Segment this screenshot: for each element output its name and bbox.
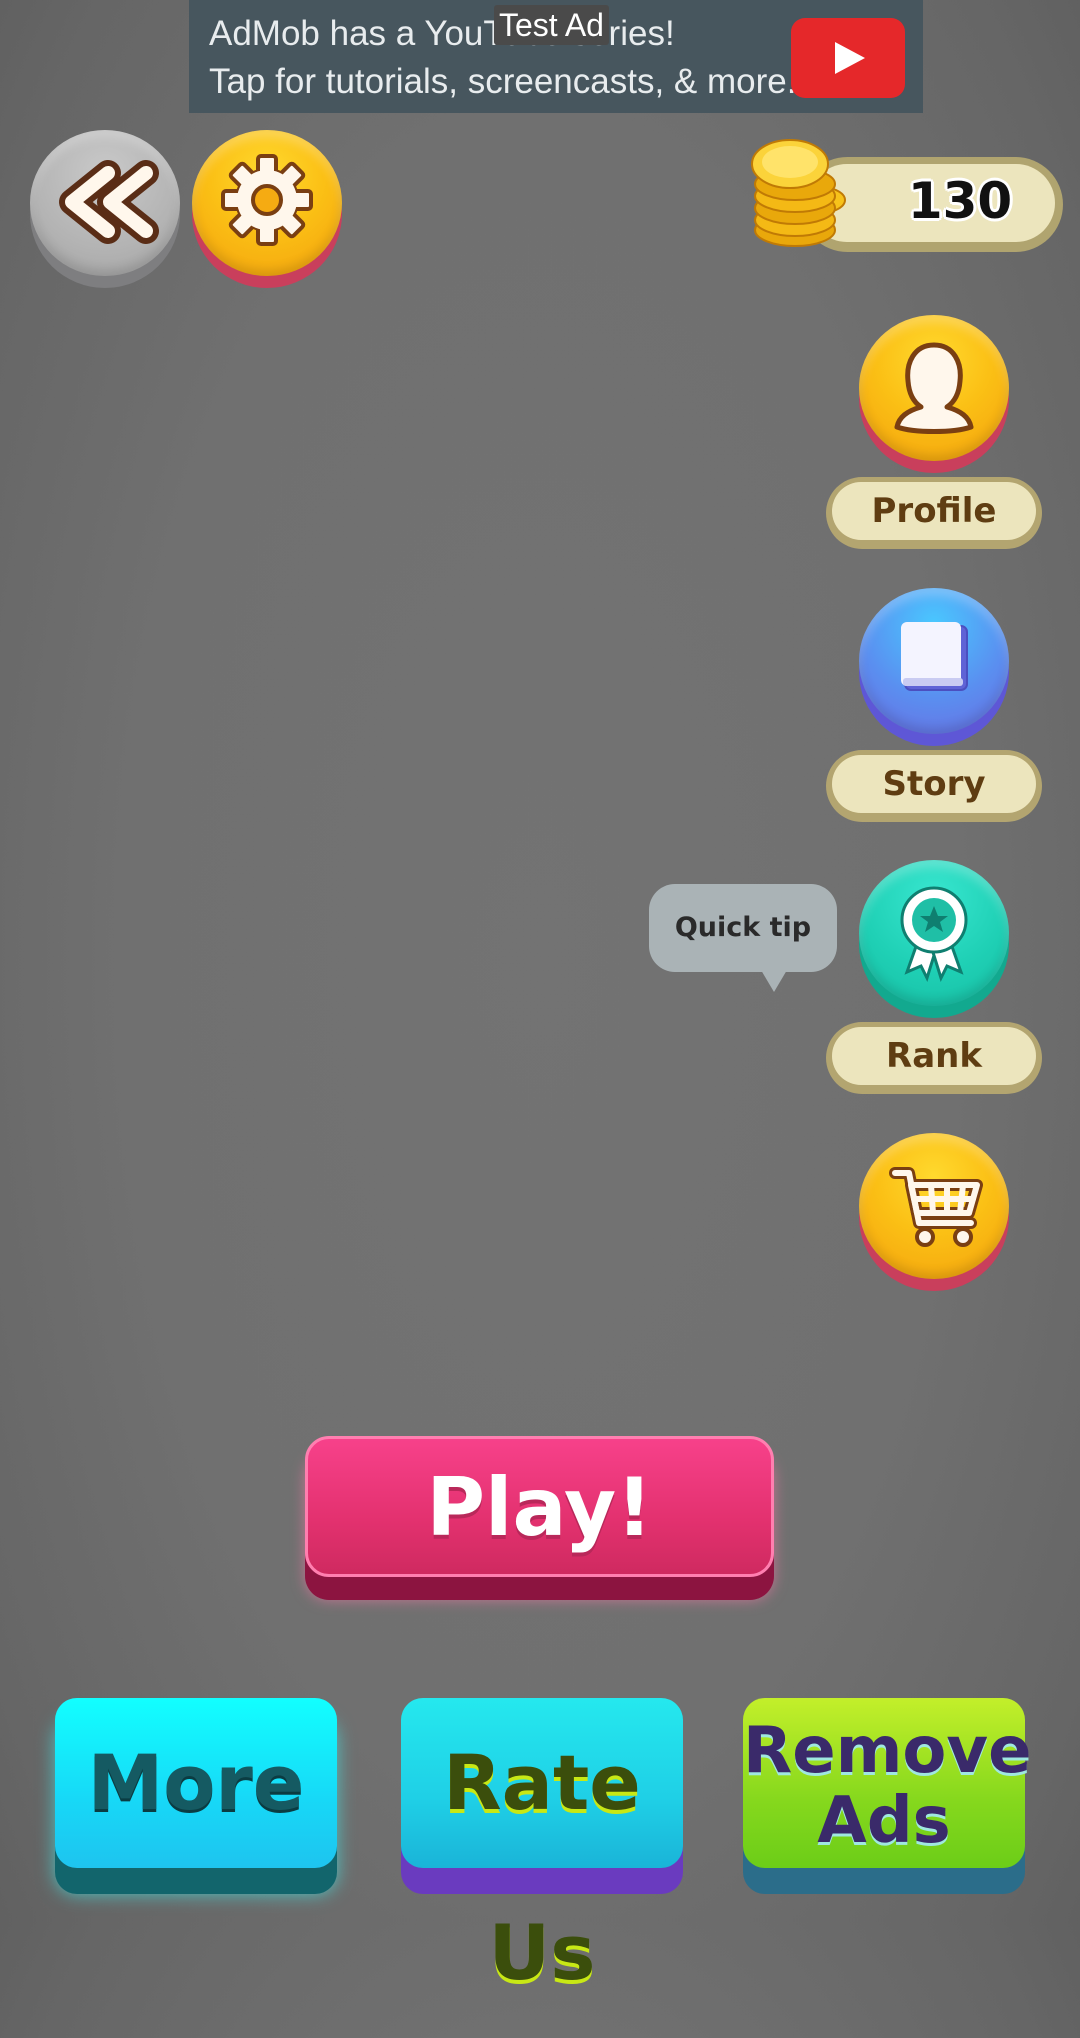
story-label-text: Story bbox=[832, 755, 1036, 813]
remove-ads-button[interactable]: Remove Ads bbox=[743, 1698, 1032, 1894]
shopping-cart-icon bbox=[889, 1167, 983, 1247]
more-button-label: More bbox=[55, 1698, 337, 1868]
profile-button[interactable] bbox=[859, 315, 1009, 473]
gear-icon bbox=[221, 154, 313, 246]
rate-us-button[interactable]: Rate Us bbox=[401, 1698, 683, 1997]
book-icon bbox=[901, 622, 968, 691]
coin-count: 130 bbox=[907, 172, 1013, 230]
remove-ads-button-label: Remove Ads bbox=[743, 1698, 1032, 1868]
quick-tip-bubble: Quick tip bbox=[649, 884, 837, 972]
profile-label[interactable]: Profile bbox=[826, 477, 1042, 549]
rate-us-button-label: Rate Us bbox=[401, 1698, 683, 1997]
coin-stack-icon bbox=[745, 130, 855, 250]
test-ad-badge: Test Ad bbox=[494, 5, 609, 45]
play-button[interactable]: Play! bbox=[305, 1436, 774, 1600]
play-button-label: Play! bbox=[305, 1436, 774, 1577]
remove-ads-line-1: Remove bbox=[743, 1714, 1032, 1788]
remove-ads-line-2: Ads bbox=[817, 1784, 951, 1858]
rank-label[interactable]: Rank bbox=[826, 1022, 1042, 1094]
youtube-play-icon[interactable] bbox=[791, 18, 905, 98]
shop-button[interactable] bbox=[859, 1133, 1009, 1291]
user-silhouette-icon bbox=[894, 342, 974, 434]
back-button[interactable] bbox=[30, 130, 180, 288]
quick-tip-tail bbox=[761, 970, 787, 992]
settings-button[interactable] bbox=[192, 130, 342, 288]
rank-label-text: Rank bbox=[832, 1027, 1036, 1085]
more-button[interactable]: More bbox=[55, 1698, 337, 1894]
double-chevron-left-icon bbox=[59, 160, 159, 244]
story-label[interactable]: Story bbox=[826, 750, 1042, 822]
rank-button[interactable] bbox=[859, 860, 1009, 1018]
profile-label-text: Profile bbox=[832, 482, 1036, 540]
ad-line-2: Tap for tutorials, screencasts, & more. bbox=[209, 62, 797, 101]
story-button[interactable] bbox=[859, 588, 1009, 746]
award-ribbon-icon bbox=[900, 886, 968, 982]
